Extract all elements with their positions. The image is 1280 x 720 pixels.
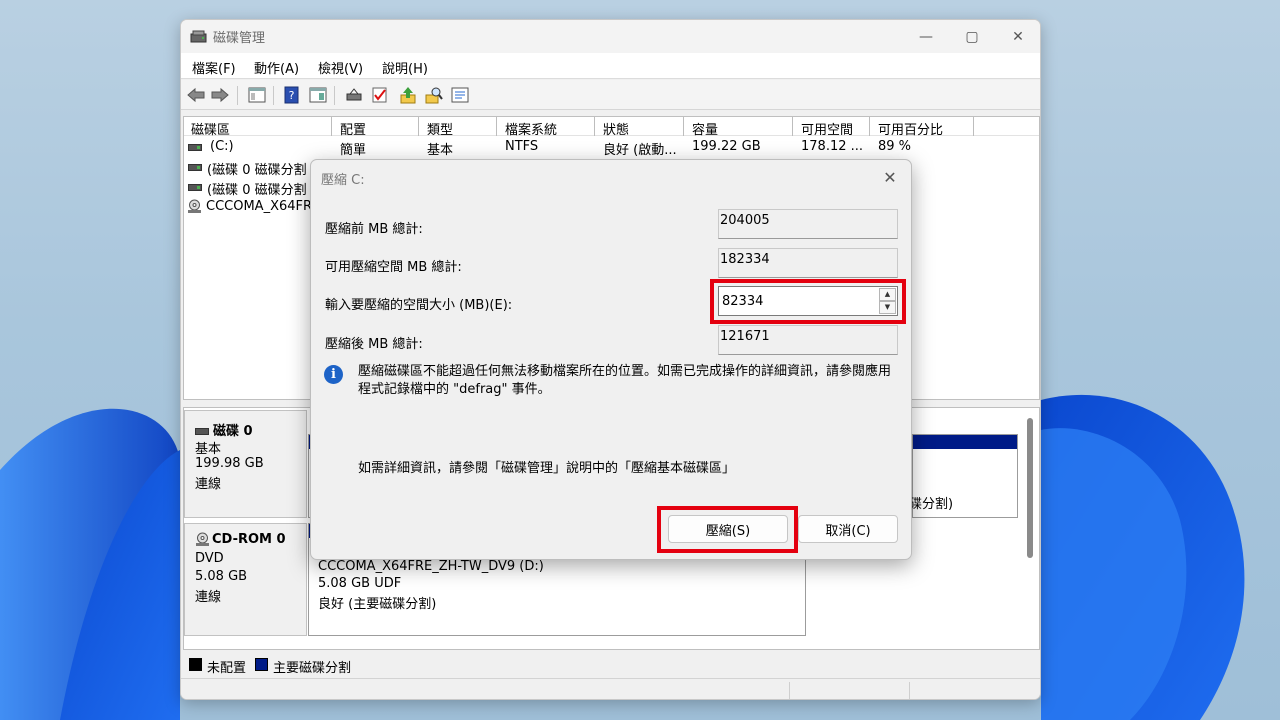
available-label: 可用壓縮空間 MB 總計: — [325, 260, 462, 275]
menu-action[interactable]: 動作(A) — [254, 58, 299, 77]
partition-size: 5.08 GB UDF — [318, 576, 402, 591]
col-header-percent-free[interactable]: 可用百分比 — [878, 119, 943, 138]
volume-name: (磁碟 0 磁碟分割 — [207, 183, 307, 198]
toolbar: ? — [181, 80, 1040, 110]
disk-0-label[interactable]: 磁碟 0 基本 199.98 GB 連線 — [184, 410, 307, 518]
disk-name: CD-ROM 0 — [212, 532, 286, 547]
scrollbar-thumb[interactable] — [1027, 418, 1033, 558]
volume-percent-free: 89 % — [878, 139, 912, 154]
amount-highlight-box — [710, 279, 906, 324]
disk-kind: DVD — [195, 551, 224, 566]
svg-text:?: ? — [289, 89, 295, 102]
volume-status: 良好 (啟動... — [603, 143, 677, 158]
cancel-button[interactable]: 取消(C) — [798, 515, 898, 543]
volume-row[interactable]: (C:) 簡單 基本 NTFS 良好 (啟動... 199.22 GB 178.… — [184, 138, 1039, 158]
volume-free-space: 178.12 ... — [801, 139, 864, 154]
total-after-field: 121671 — [718, 325, 898, 355]
total-before-label: 壓縮前 MB 總計: — [325, 222, 423, 237]
search-icon[interactable] — [424, 85, 444, 105]
disk-name: 磁碟 0 — [213, 424, 253, 439]
minimize-button[interactable]: — — [903, 20, 949, 53]
volume-capacity: 199.22 GB — [692, 139, 761, 154]
info-text: 壓縮磁碟區不能超過任何無法移動檔案所在的位置。如需已完成操作的詳細資訊，請參閱應… — [358, 364, 892, 397]
col-header-free-space[interactable]: 可用空間 — [801, 119, 853, 138]
disk-icon — [195, 428, 209, 435]
maximize-button[interactable]: ▢ — [949, 20, 995, 53]
col-header-capacity[interactable]: 容量 — [692, 119, 718, 138]
shrink-highlight-box — [657, 506, 798, 553]
legend-swatch-unallocated — [189, 658, 202, 671]
back-icon[interactable] — [186, 85, 206, 105]
window-title: 磁碟管理 — [213, 31, 266, 46]
vertical-scrollbar[interactable] — [1024, 418, 1036, 568]
menu-help[interactable]: 說明(H) — [382, 58, 428, 77]
col-header-layout[interactable]: 配置 — [340, 119, 366, 138]
status-bar — [181, 678, 1040, 699]
dialog-title: 壓縮 C: — [321, 173, 365, 188]
toolbar-separator — [334, 86, 335, 105]
amount-label: 輸入要壓縮的空間大小 (MB)(E): — [325, 298, 513, 313]
disk-management-icon — [190, 30, 207, 43]
properties-icon[interactable] — [450, 85, 470, 105]
volume-icon — [188, 164, 202, 171]
partition-status: 良好 (主要磁碟分割) — [318, 597, 437, 612]
menu-file[interactable]: 檔案(F) — [192, 58, 236, 77]
disk-size: 5.08 GB — [195, 569, 248, 584]
help-icon[interactable]: ? — [282, 85, 302, 105]
col-header-volume[interactable]: 磁碟區 — [191, 119, 230, 138]
col-header-filesystem[interactable]: 檔案系統 — [505, 119, 557, 138]
menu-view[interactable]: 檢視(V) — [318, 58, 363, 77]
total-after-label: 壓縮後 MB 總計: — [325, 337, 423, 352]
disk-state: 連線 — [195, 477, 222, 492]
legend-label-unallocated: 未配置 — [207, 661, 247, 676]
volume-filesystem: NTFS — [505, 139, 539, 154]
disk-state: 連線 — [195, 590, 222, 605]
volume-icon — [188, 144, 202, 151]
disk-0-partition-right[interactable]: 碟分割) — [909, 434, 1018, 518]
volume-name: CCCOMA_X64FR — [206, 199, 313, 214]
legend: 未配置 主要磁碟分割 — [183, 653, 1040, 677]
col-header-type[interactable]: 類型 — [427, 119, 453, 138]
partition-text: 碟分割) — [909, 497, 954, 512]
check-icon[interactable] — [370, 85, 390, 105]
connect-disk-icon[interactable] — [344, 85, 364, 105]
help-text: 如需詳細資訊，請參閱「磁碟管理」說明中的「壓縮基本磁碟區」 — [358, 461, 736, 476]
forward-icon[interactable] — [210, 85, 230, 105]
up-arrow-icon[interactable] — [398, 85, 418, 105]
volume-type: 基本 — [427, 143, 454, 158]
close-button[interactable]: ✕ — [995, 20, 1040, 53]
legend-swatch-primary — [255, 658, 268, 671]
toolbar-separator — [273, 86, 274, 105]
cd-drive-icon — [188, 199, 201, 213]
info-icon: i — [324, 365, 343, 384]
disk-name-row: CD-ROM 0 — [195, 532, 286, 547]
volume-name: (磁碟 0 磁碟分割 — [207, 163, 307, 178]
volume-list-header: 磁碟區 配置 類型 檔案系統 狀態 容量 可用空間 可用百分比 — [184, 117, 1039, 138]
console-tree-icon[interactable] — [247, 85, 267, 105]
toolbar-separator — [237, 86, 238, 105]
show-pane-icon[interactable] — [308, 85, 328, 105]
shrink-dialog: 壓縮 C: ✕ 壓縮前 MB 總計: 204005 可用壓縮空間 MB 總計: … — [310, 159, 912, 560]
total-before-field: 204005 — [718, 209, 898, 239]
col-header-status[interactable]: 狀態 — [603, 119, 629, 138]
volume-name: (C:) — [210, 139, 234, 154]
title-bar: 磁碟管理 — ▢ ✕ — [181, 20, 1040, 53]
cdrom-0-label[interactable]: CD-ROM 0 DVD 5.08 GB 連線 — [184, 523, 307, 636]
available-field: 182334 — [718, 248, 898, 278]
partition-name: CCCOMA_X64FRE_ZH-TW_DV9 (D:) — [318, 559, 544, 574]
disk-name-row: 磁碟 0 — [195, 420, 253, 439]
dialog-close-button[interactable]: ✕ — [877, 165, 903, 189]
legend-label-primary: 主要磁碟分割 — [273, 661, 352, 676]
cd-drive-icon — [196, 532, 209, 546]
volume-layout: 簡單 — [340, 143, 367, 158]
volume-icon — [188, 184, 202, 191]
menu-bar: 檔案(F) 動作(A) 檢視(V) 說明(H) — [181, 53, 1040, 79]
disk-size: 199.98 GB — [195, 456, 264, 471]
disk-kind: 基本 — [195, 442, 222, 457]
